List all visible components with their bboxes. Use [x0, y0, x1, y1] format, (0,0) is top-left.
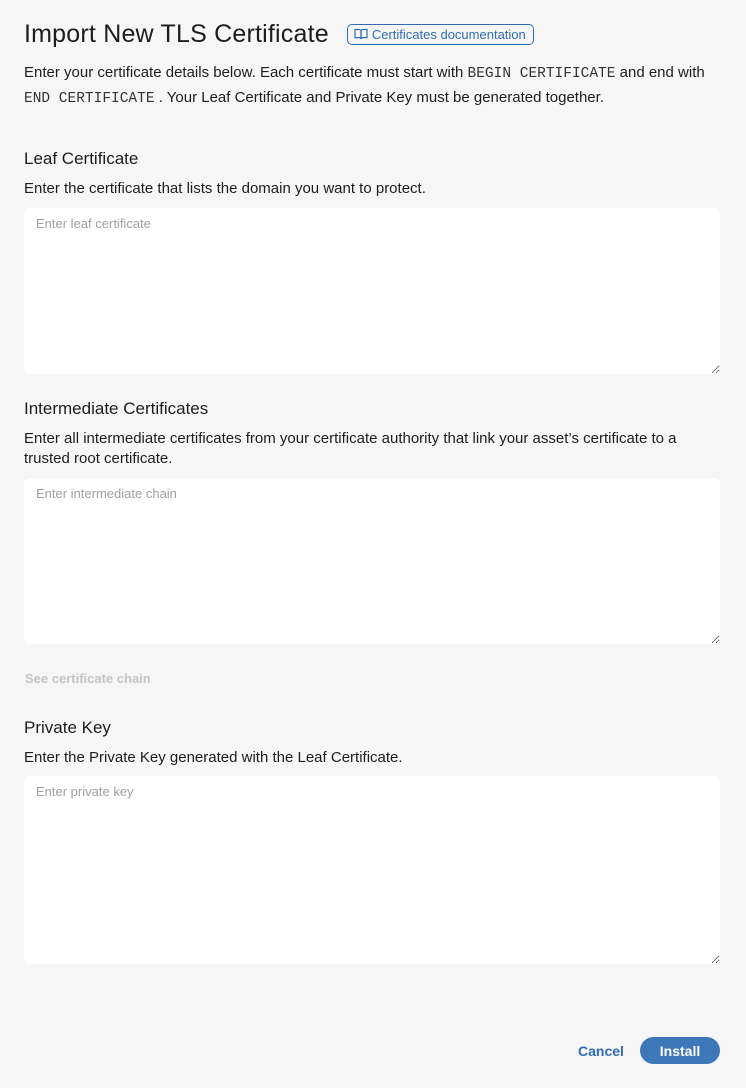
intro-text: Enter your certificate details below. Ea…: [24, 61, 724, 111]
begin-certificate-code: BEGIN CERTIFICATE: [467, 66, 616, 82]
intermediate-chain-input[interactable]: [24, 478, 720, 644]
import-certificate-page: Import New TLS Certificate Certificates …: [0, 0, 746, 1088]
leaf-certificate-input[interactable]: [24, 208, 720, 374]
intro-part3: . Your Leaf Certificate and Private Key …: [154, 89, 604, 106]
page-header: Import New TLS Certificate Certificates …: [24, 18, 534, 50]
intro-part1: Enter your certificate details below. Ea…: [24, 64, 468, 81]
cancel-button[interactable]: Cancel: [570, 1037, 632, 1064]
install-button[interactable]: Install: [640, 1037, 720, 1064]
private-key-input[interactable]: [24, 776, 720, 964]
leaf-certificate-title: Leaf Certificate: [24, 149, 139, 168]
see-certificate-chain-link[interactable]: See certificate chain: [25, 671, 151, 686]
intro-part2: and end with: [615, 64, 705, 81]
page-title: Import New TLS Certificate: [24, 20, 329, 48]
certificates-documentation-link[interactable]: Certificates documentation: [346, 23, 534, 45]
leaf-certificate-description: Enter the certificate that lists the dom…: [24, 180, 426, 197]
intermediate-certificates-description: Enter all intermediate certificates from…: [24, 430, 677, 467]
book-open-icon: [354, 28, 368, 40]
private-key-description: Enter the Private Key generated with the…: [24, 749, 403, 766]
intermediate-certificates-title: Intermediate Certificates: [24, 399, 209, 418]
doc-link-label: Certificates documentation: [371, 26, 526, 42]
end-certificate-code: END CERTIFICATE: [24, 91, 155, 107]
private-key-title: Private Key: [24, 718, 111, 737]
